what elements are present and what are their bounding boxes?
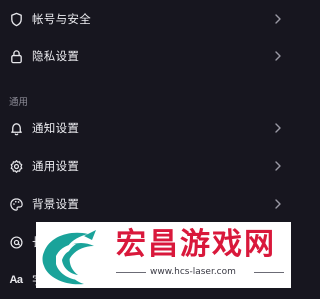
watermark-url: www.hcs-laser.com <box>150 267 236 277</box>
watermark-divider-right <box>254 272 284 273</box>
palette-icon <box>8 196 24 212</box>
watermark-overlay: 宏昌游戏网 www.hcs-laser.com <box>36 222 291 288</box>
menu-item-label: 通知设置 <box>32 121 80 135</box>
at-icon <box>8 234 24 250</box>
menu-item-background[interactable]: 背景设置 <box>0 185 291 223</box>
font-size-icon: Aa <box>9 274 23 286</box>
watermark-divider-left <box>116 272 146 273</box>
menu-item-notifications[interactable]: 通知设置 <box>0 109 291 147</box>
section-header-general: 通用 <box>9 97 29 108</box>
chevron-right-icon <box>273 13 283 25</box>
shield-icon <box>8 11 24 27</box>
menu-item-label: 隐私设置 <box>32 49 80 63</box>
chevron-right-icon <box>273 160 283 172</box>
menu-item-label: 背景设置 <box>32 197 80 211</box>
watermark-title: 宏昌游戏网 <box>116 227 276 262</box>
watermark-logo-icon <box>36 222 110 288</box>
menu-item-account-security[interactable]: 帐号与安全 <box>0 0 291 38</box>
menu-item-general[interactable]: 通用设置 <box>0 147 291 185</box>
chevron-right-icon <box>273 50 283 62</box>
chevron-right-icon <box>273 198 283 210</box>
menu-item-label: 帐号与安全 <box>32 12 91 26</box>
chevron-right-icon <box>273 122 283 134</box>
menu-item-label: 通用设置 <box>32 159 80 173</box>
bell-icon <box>8 120 24 136</box>
menu-item-privacy[interactable]: 隐私设置 <box>0 37 291 75</box>
lock-icon <box>8 48 24 64</box>
gear-icon <box>8 158 24 174</box>
